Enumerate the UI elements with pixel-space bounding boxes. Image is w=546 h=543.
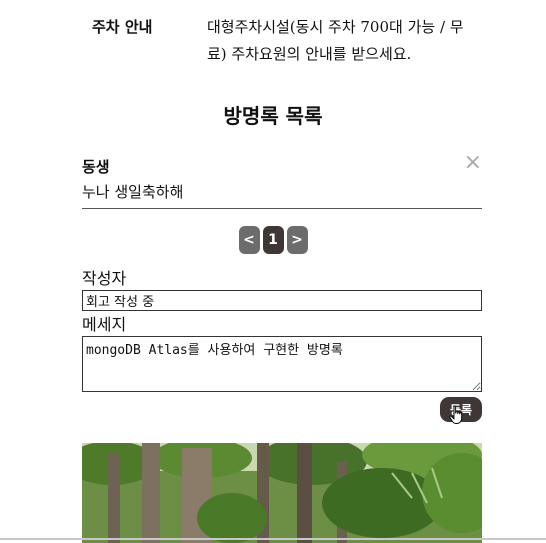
next-page-button[interactable]: > bbox=[286, 226, 308, 254]
message-textarea[interactable]: mongoDB Atlas를 사용하여 구현한 방명록 bbox=[82, 336, 482, 392]
guestbook-form: 작성자 메세지 mongoDB Atlas를 사용하여 구현한 방명록 bbox=[82, 268, 482, 392]
entry-message: 누나 생일축하해 bbox=[82, 183, 184, 201]
author-label: 작성자 bbox=[82, 269, 127, 288]
guestbook-entry: 동생 누나 생일축하해 × bbox=[82, 150, 482, 209]
guestbook-title: 방명록 목록 bbox=[223, 104, 323, 128]
author-input[interactable] bbox=[82, 290, 482, 311]
hand-pointer-icon bbox=[449, 405, 463, 424]
forest-image bbox=[82, 443, 482, 543]
entry-author: 동생 bbox=[82, 158, 110, 176]
pagination: < 1 > bbox=[0, 226, 546, 254]
parking-label: 주차 안내 bbox=[92, 18, 153, 36]
close-icon[interactable]: × bbox=[464, 150, 482, 175]
parking-text: 대형주차시설(동시 주차 700대 가능 / 무료) 주차요원의 안내를 받으세… bbox=[207, 18, 464, 63]
message-label: 메세지 bbox=[82, 315, 127, 334]
prev-page-button[interactable]: < bbox=[238, 226, 260, 254]
forest-photo bbox=[82, 443, 482, 543]
page-button-current[interactable]: 1 bbox=[262, 226, 284, 254]
